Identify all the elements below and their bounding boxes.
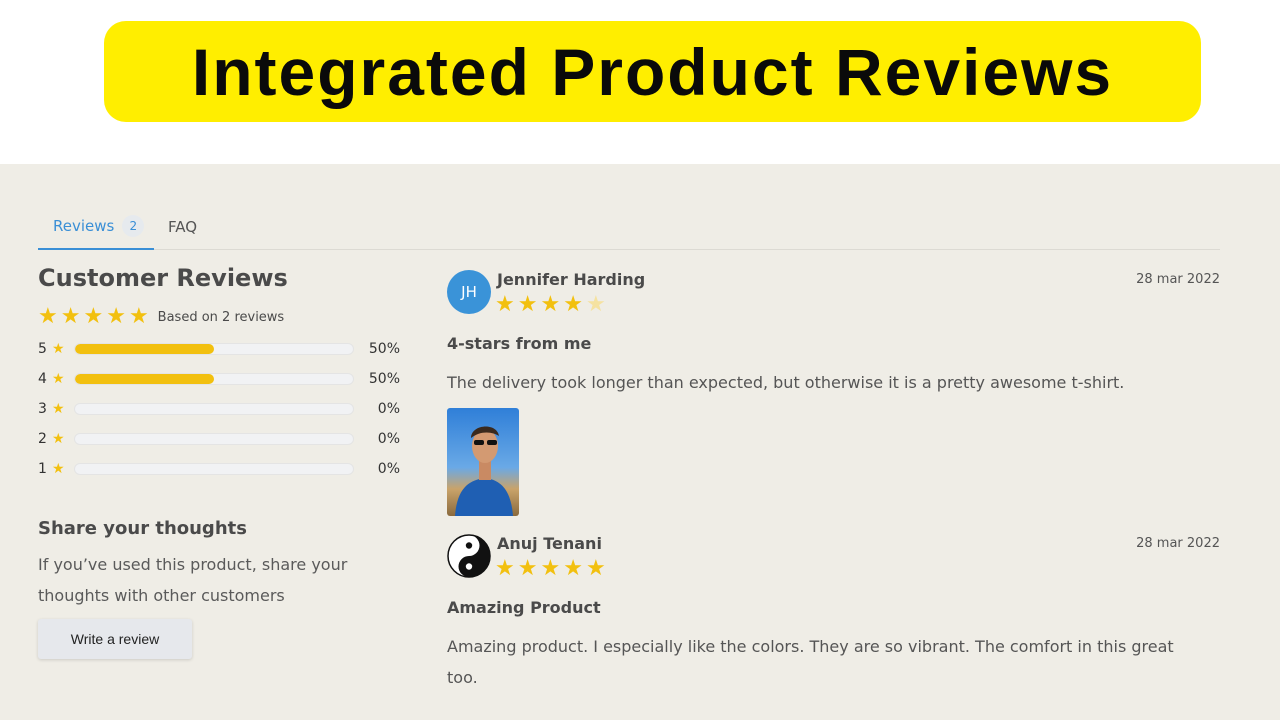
tab-faq-label: FAQ	[168, 218, 198, 236]
based-on-text: Based on 2 reviews	[157, 309, 285, 325]
tab-bar: Reviews 2 FAQ	[38, 204, 1220, 250]
yin-yang-icon	[447, 534, 491, 578]
star-icon: ★	[495, 292, 515, 317]
banner-title: Integrated Product Reviews	[191, 34, 1114, 109]
tab-reviews-label: Reviews	[53, 217, 115, 235]
rating-row-percent: 0%	[377, 431, 400, 447]
rating-row-stars: 3	[38, 401, 47, 417]
summary-heading: Customer Reviews	[38, 264, 288, 292]
star-icon: ★	[52, 401, 65, 417]
avatar: JH	[447, 270, 491, 314]
review-rating: ★ ★ ★ ★ ★	[495, 558, 609, 580]
star-icon: ★	[52, 341, 65, 357]
share-heading: Share your thoughts	[38, 518, 247, 539]
review-header: JH Jennifer Harding ★ ★ ★ ★ ★ 28 mar 202…	[447, 270, 1222, 318]
review-photo-image	[447, 408, 519, 516]
reviewer-name: Jennifer Harding	[497, 270, 646, 289]
rating-distribution: 5 ★ 50% 4 ★ 50% 3 ★ 0% 2 ★ 0% 1 ★ 0%	[38, 334, 408, 484]
review-count-badge: 2	[122, 215, 145, 237]
rating-row[interactable]: 5 ★ 50%	[38, 334, 408, 364]
star-icon: ★	[517, 556, 538, 581]
review-title: Amazing Product	[447, 598, 601, 617]
star-icon: ★	[106, 304, 126, 329]
review-date: 28 mar 2022	[1136, 536, 1220, 551]
star-icon: ★	[60, 304, 81, 329]
star-icon: ★	[128, 304, 149, 329]
star-icon: ★	[585, 556, 606, 581]
rating-row-stars: 5	[38, 341, 47, 357]
review-date: 28 mar 2022	[1136, 272, 1220, 287]
star-icon: ★	[563, 556, 583, 581]
star-icon: ★	[52, 371, 65, 387]
title-banner: Integrated Product Reviews	[104, 21, 1201, 122]
review-photo[interactable]	[447, 408, 519, 516]
rating-bar	[74, 463, 354, 475]
rating-row-percent: 50%	[368, 371, 400, 387]
star-icon: ★	[83, 304, 104, 329]
rating-row[interactable]: 3 ★ 0%	[38, 394, 408, 424]
review-header: Anuj Tenani ★ ★ ★ ★ ★ 28 mar 2022	[447, 534, 1222, 582]
rating-bar	[74, 373, 354, 385]
star-icon: ★	[563, 292, 583, 317]
reviewer-name: Anuj Tenani	[497, 534, 602, 553]
tab-faq[interactable]: FAQ	[168, 204, 197, 250]
review-body: The delivery took longer than expected, …	[447, 373, 1125, 392]
average-rating: ★ ★ ★ ★ ★ Based on 2 reviews	[38, 306, 408, 328]
review-item: Anuj Tenani ★ ★ ★ ★ ★ 28 mar 2022 Amazin…	[447, 534, 1222, 693]
star-icon: ★	[517, 292, 538, 317]
rating-bar	[74, 343, 354, 355]
write-review-button[interactable]: Write a review	[38, 619, 192, 659]
rating-row-stars: 2	[38, 431, 47, 447]
rating-row-percent: 0%	[377, 401, 400, 417]
star-icon: ★	[495, 556, 515, 581]
share-text: If you’ve used this product, share your …	[38, 555, 348, 605]
review-body: Amazing product. I especially like the c…	[447, 637, 1174, 687]
rating-row-percent: 50%	[368, 341, 400, 357]
rating-row[interactable]: 2 ★ 0%	[38, 424, 408, 454]
tab-reviews[interactable]: Reviews 2	[38, 204, 154, 250]
review-rating: ★ ★ ★ ★ ★	[495, 294, 609, 316]
rating-bar	[74, 433, 354, 445]
review-item: JH Jennifer Harding ★ ★ ★ ★ ★ 28 mar 202…	[447, 270, 1222, 516]
rating-row-percent: 0%	[377, 461, 400, 477]
star-icon: ★	[38, 304, 58, 329]
star-icon: ★	[540, 556, 561, 581]
review-title: 4-stars from me	[447, 334, 592, 353]
rating-row-stars: 4	[38, 371, 47, 387]
rating-bar	[74, 403, 354, 415]
rating-row[interactable]: 4 ★ 50%	[38, 364, 408, 394]
reviews-widget: Reviews 2 FAQ Customer Reviews ★ ★ ★ ★ ★…	[0, 164, 1280, 720]
rating-bar-fill	[75, 374, 214, 384]
reviews-summary: Customer Reviews ★ ★ ★ ★ ★ Based on 2 re…	[38, 264, 408, 659]
rating-bar-fill	[75, 344, 214, 354]
avatar	[447, 534, 491, 578]
rating-row-stars: 1	[38, 461, 47, 477]
star-icon: ★	[52, 461, 65, 477]
star-icon: ★	[52, 431, 65, 447]
star-icon: ★	[585, 292, 606, 317]
star-icon: ★	[540, 292, 561, 317]
rating-row[interactable]: 1 ★ 0%	[38, 454, 408, 484]
